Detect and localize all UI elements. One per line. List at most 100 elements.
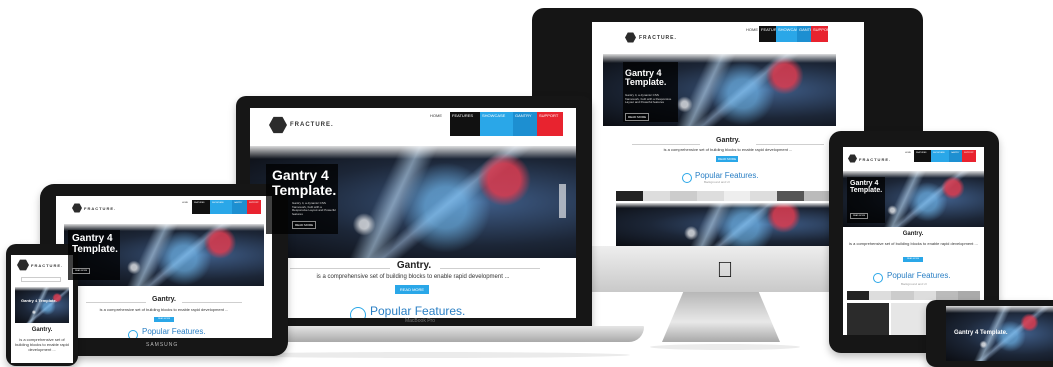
nav-item-home[interactable]: HOME [428, 112, 450, 136]
fracture-logo-icon [848, 154, 857, 163]
nav-item-support[interactable]: SUPPORT [247, 200, 261, 214]
feature-tile-dark [847, 303, 889, 335]
hero-title: Gantry 4 Template. [850, 180, 883, 195]
nav-item-features[interactable]: FEATURES [450, 112, 480, 136]
popular-features-subtitle: Background and UI [901, 282, 927, 286]
floor-shadow [220, 352, 630, 358]
nav-item-features[interactable]: FEATURES [759, 26, 776, 42]
phone-left-screen: FRACTURE. Gantry 4 Template. Gantry. is … [11, 255, 73, 363]
section-rule-right [756, 144, 824, 145]
read-more-button[interactable]: READ MORE [903, 257, 923, 262]
hero-title-phone: Gantry 4 Template. [954, 330, 1008, 336]
section-rule-left [290, 268, 390, 269]
nav-item-gantry[interactable]: GANTRY [949, 150, 962, 162]
hero-banner: Gantry 4 Template. [15, 287, 69, 323]
macbook-label: MacBook Pro [404, 318, 435, 324]
apple-logo-icon:  [712, 257, 738, 283]
nav-item-showcase[interactable]: SHOWCASE [210, 200, 232, 214]
section-title: Gantry. [902, 231, 924, 237]
site-header: FRACTURE. HOME FEATURES SHOWCASE GANTRY … [250, 108, 576, 144]
section-rule-left [86, 302, 146, 303]
site-header: FRACTURE. [11, 255, 73, 275]
fracture-logo-icon [269, 116, 287, 134]
popular-features-title: Popular Features. [142, 327, 206, 336]
site-logo: FRACTURE. [290, 122, 334, 128]
nav-item-showcase[interactable]: SHOWCASE [931, 150, 949, 162]
popular-features-title: Popular Features. [887, 271, 951, 280]
hero-read-more-button[interactable]: READ MORE [625, 113, 650, 121]
imac-screen: FRACTURE. HOME FEATURES SHOWCASE GANTRY … [592, 22, 864, 246]
hero-read-more-button[interactable]: READ MORE [72, 268, 91, 274]
nav-item-support[interactable]: SUPPORT [962, 150, 976, 162]
hero-title: Gantry 4 Template. [72, 233, 118, 255]
fracture-logo-icon [17, 259, 29, 271]
macbook-screen: FRACTURE. HOME FEATURES SHOWCASE GANTRY … [250, 108, 576, 318]
popular-features-icon [873, 273, 883, 283]
main-nav: HOME FEATURES SHOWCASE GANTRY SUPPORT [180, 200, 261, 214]
popular-features-icon [128, 330, 138, 338]
nav-item-showcase[interactable]: SHOWCASE [776, 26, 797, 42]
hero-title: Gantry 4 Template. [625, 68, 667, 88]
site-logo: FRACTURE. [31, 263, 64, 268]
features-strip [616, 191, 831, 201]
hero-body: Gantry 4, a dynamic CSS framework, built… [292, 201, 336, 216]
section-text: is a comprehensive set of building block… [15, 337, 69, 352]
features-strip [847, 291, 981, 300]
nav-item-features[interactable]: FEATURES [914, 150, 931, 162]
fracture-logo-icon [625, 32, 636, 43]
nav-item-home[interactable]: HOME [744, 26, 759, 42]
imac-lower-image [616, 203, 831, 246]
nav-item-home[interactable]: HOME [180, 200, 192, 214]
nav-item-home[interactable]: HOME [903, 150, 914, 162]
main-nav: HOME FEATURES SHOWCASE GANTRY SUPPORT [744, 26, 828, 42]
main-nav: HOME FEATURES SHOWCASE GANTRY SUPPORT [428, 112, 563, 136]
section-title: Gantry. [396, 260, 432, 271]
section-text: is a comprehensive set of building block… [849, 241, 978, 246]
section-text: is a comprehensive set of building block… [663, 147, 793, 152]
hero-read-more-button[interactable]: READ MORE [850, 213, 869, 219]
site-logo: FRACTURE. [859, 157, 892, 162]
hero-banner: Gantry 4 Template. READ MORE [843, 171, 984, 227]
site-header: FRACTURE. HOME FEATURES SHOWCASE GANTRY … [592, 22, 864, 46]
popular-features-icon [682, 173, 692, 183]
hero-next-arrow-icon[interactable] [559, 184, 566, 218]
nav-item-gantry[interactable]: GANTRY [797, 26, 811, 42]
main-nav: HOME FEATURES SHOWCASE GANTRY SUPPORT [903, 150, 976, 162]
section-text: is a comprehensive set of building block… [99, 307, 229, 312]
hero-banner: Gantry 4 Template. Gantry 4, a dynamic C… [250, 146, 576, 258]
nav-item-gantry[interactable]: GANTRY [232, 200, 247, 214]
section-title: Gantry. [716, 137, 740, 144]
imac-stand [662, 292, 780, 342]
read-more-button[interactable]: READ MORE [154, 317, 174, 322]
fracture-logo-icon [72, 203, 82, 213]
nav-item-showcase[interactable]: SHOWCASE [480, 112, 513, 136]
site-logo: FRACTURE. [84, 206, 117, 211]
section-text: is a comprehensive set of building block… [316, 274, 510, 280]
hero-title-phone: Gantry 4 Template. [21, 298, 57, 303]
samsung-brand-label: SAMSUNG [146, 342, 179, 348]
nav-item-support[interactable]: SUPPORT [537, 112, 563, 136]
hero-body: Gantry 4, a dynamic CSS framework, built… [625, 93, 672, 105]
nav-item-gantry[interactable]: GANTRY [513, 112, 537, 136]
hero-banner: Gantry 4 Template. [946, 306, 1053, 361]
section-rule-right [182, 302, 242, 303]
nav-item-features[interactable]: FEATURES [192, 200, 210, 214]
mobile-menu-bar[interactable] [21, 277, 61, 282]
popular-features-icon [350, 307, 366, 318]
section-rule-left [632, 144, 700, 145]
popular-features-title: Popular Features. [695, 171, 759, 180]
hero-read-more-button[interactable]: READ MORE [292, 221, 317, 229]
site-logo: FRACTURE. [639, 35, 677, 41]
floor-shadow [650, 344, 800, 350]
nav-item-support[interactable]: SUPPORT [811, 26, 828, 42]
section-title: Gantry. [31, 327, 53, 333]
site-header: FRACTURE. HOME FEATURES SHOWCASE GANTRY … [843, 147, 984, 165]
phone-right-screen: Gantry 4 Template. [946, 306, 1053, 361]
read-more-button[interactable]: READ MORE [395, 285, 429, 294]
popular-features-subtitle: Background and UI [704, 180, 730, 184]
feature-tile-light [891, 303, 931, 335]
section-rule-right [440, 268, 540, 269]
hero-banner: Gantry 4 Template. READ MORE [64, 224, 264, 286]
read-more-button[interactable]: READ MORE [716, 156, 738, 162]
site-header: FRACTURE. HOME FEATURES SHOWCASE GANTRY … [56, 196, 272, 218]
